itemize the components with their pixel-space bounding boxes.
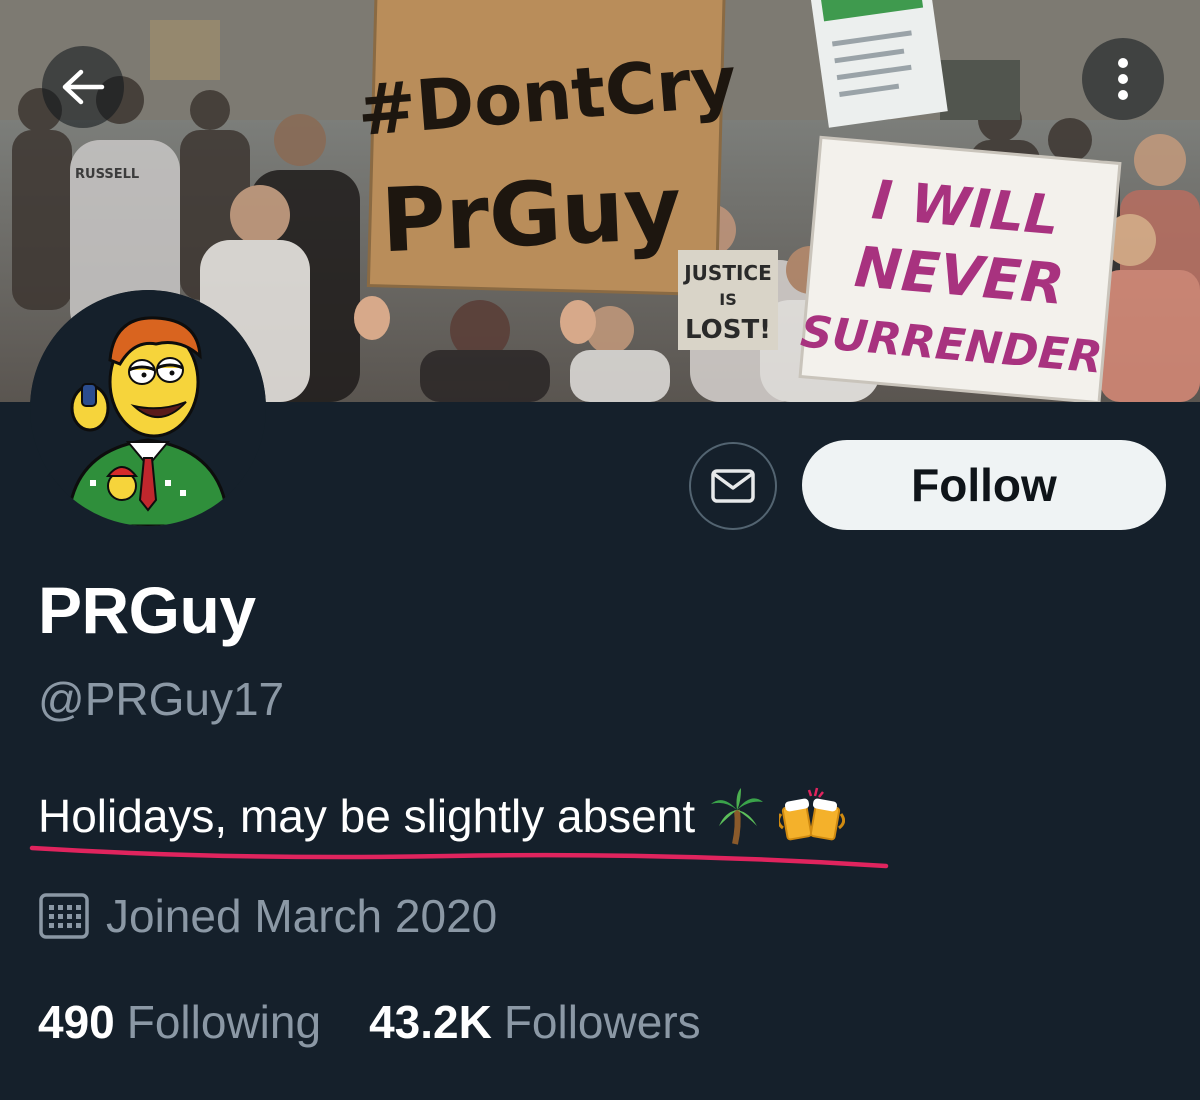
followers-label: Followers	[503, 996, 701, 1048]
following-count: 490	[38, 996, 115, 1048]
back-button[interactable]	[42, 46, 124, 128]
followers-count: 43.2K	[369, 996, 492, 1048]
following-link[interactable]: 490 Following	[38, 995, 321, 1049]
banner-sign-left-line2: PrGuy	[379, 156, 683, 272]
join-date: Joined March 2020	[38, 884, 497, 948]
display-name: PRGuy	[38, 573, 256, 647]
message-button[interactable]	[689, 442, 777, 530]
more-vertical-icon	[1118, 58, 1128, 100]
profile-avatar[interactable]	[30, 290, 266, 526]
calendar-icon	[38, 892, 90, 940]
red-underline-annotation	[29, 845, 889, 869]
banner-sign-small-line2: IS	[719, 290, 736, 309]
follow-stats: 490 Following 43.2K Followers	[38, 995, 701, 1049]
banner-sign-small-line3: LOST!	[685, 315, 771, 345]
more-options-button[interactable]	[1082, 38, 1164, 120]
user-handle: @PRGuy17	[38, 673, 285, 725]
followers-link[interactable]: 43.2K Followers	[369, 995, 701, 1049]
envelope-icon	[711, 469, 755, 503]
following-label: Following	[126, 996, 322, 1048]
avatar-image	[30, 290, 266, 526]
arrow-left-icon	[62, 69, 105, 105]
join-date-text: Joined March 2020	[106, 890, 498, 942]
banner-sign-small-line1: JUSTICE	[682, 261, 772, 285]
follow-button[interactable]: Follow	[802, 440, 1166, 530]
banner-shirt-text: RUSSELL	[75, 167, 139, 182]
